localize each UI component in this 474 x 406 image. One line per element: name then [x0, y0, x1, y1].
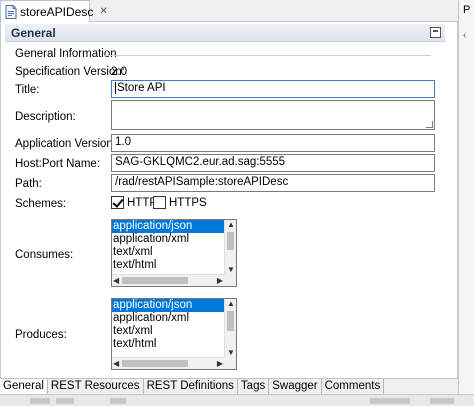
- scroll-right-icon[interactable]: ▶: [217, 359, 223, 368]
- path-label: Path:: [15, 178, 42, 190]
- app-version-label: Application Version:: [15, 138, 117, 150]
- group-divider: [105, 55, 431, 56]
- vertical-scrollbar[interactable]: ▲ ▼: [224, 299, 236, 357]
- panel-toolbar-item[interactable]: [430, 398, 454, 404]
- scroll-down-icon[interactable]: ▼: [227, 348, 235, 357]
- side-view-label[interactable]: P: [463, 4, 470, 16]
- scroll-down-icon[interactable]: ▼: [227, 265, 235, 274]
- scroll-right-icon[interactable]: ▶: [217, 276, 223, 285]
- scroll-thumb[interactable]: [227, 232, 234, 250]
- http-checkbox[interactable]: [111, 196, 124, 209]
- consumes-label: Consumes:: [15, 249, 74, 261]
- title-value: Store API: [117, 82, 166, 95]
- host-port-field[interactable]: SAG-GKLQMC2.eur.ad.sag:5555: [111, 154, 435, 172]
- scroll-corner: [224, 357, 236, 369]
- scroll-left-icon[interactable]: ◀: [113, 359, 119, 368]
- section-header-general[interactable]: General: [5, 24, 445, 42]
- vertical-scrollbar[interactable]: ▲ ▼: [224, 220, 236, 274]
- editor-body: General General Information Specificatio…: [0, 22, 458, 378]
- scheme-http-option[interactable]: HTTP: [111, 196, 157, 209]
- editor-page-tabs: General REST Resources REST Definitions …: [0, 378, 458, 394]
- tab-swagger[interactable]: Swagger: [269, 379, 322, 394]
- group-title: General Information: [15, 48, 117, 60]
- close-icon[interactable]: ✕: [99, 6, 107, 17]
- host-port-value: SAG-GKLQMC2.eur.ad.sag:5555: [115, 156, 286, 168]
- horizontal-scrollbar[interactable]: ◀ ▶: [112, 357, 224, 369]
- app-version-value: 1.0: [115, 136, 131, 148]
- schemes-label: Schemes:: [15, 198, 67, 210]
- editor-tab-storeapidesc[interactable]: storeAPIDesc ✕: [0, 0, 108, 22]
- https-label: HTTPS: [169, 196, 207, 209]
- scroll-up-icon[interactable]: ▲: [227, 299, 235, 308]
- panel-toolbar-item[interactable]: [30, 398, 50, 404]
- tab-rest-definitions[interactable]: REST Definitions: [144, 379, 238, 394]
- tab-rest-resources[interactable]: REST Resources: [48, 379, 144, 394]
- consumes-listbox[interactable]: application/json application/xml text/xm…: [111, 219, 237, 287]
- produces-label: Produces:: [15, 329, 67, 341]
- description-field[interactable]: [111, 100, 435, 130]
- resize-handle-icon[interactable]: [426, 121, 433, 128]
- title-label: Title:: [15, 84, 40, 96]
- editor-tab-bar: storeAPIDesc ✕: [0, 0, 458, 22]
- horizontal-scrollbar[interactable]: ◀ ▶: [112, 274, 224, 286]
- list-item[interactable]: application/xml: [112, 233, 236, 246]
- title-field[interactable]: Store API: [111, 80, 435, 98]
- list-item[interactable]: text/xml: [112, 325, 236, 338]
- tab-tags[interactable]: Tags: [238, 379, 270, 394]
- description-label: Description:: [15, 111, 76, 123]
- path-value: /rad/restAPISample:storeAPIDesc: [115, 176, 289, 188]
- panel-toolbar-item[interactable]: [56, 398, 74, 404]
- list-item[interactable]: text/html: [112, 259, 236, 272]
- spec-version-value: 2.0: [111, 66, 127, 78]
- scheme-https-option[interactable]: HTTPS: [153, 196, 207, 209]
- produces-listbox[interactable]: application/json application/xml text/xm…: [111, 298, 237, 370]
- app-version-field[interactable]: 1.0: [111, 134, 435, 152]
- panel-toolbar-item[interactable]: [110, 398, 126, 404]
- tab-general[interactable]: General: [0, 379, 48, 394]
- list-item[interactable]: application/json: [112, 299, 236, 312]
- scroll-thumb[interactable]: [122, 360, 188, 367]
- spec-version-label: Specification Version:: [15, 66, 125, 78]
- list-item[interactable]: text/xml: [112, 246, 236, 259]
- scroll-left-icon[interactable]: ◀: [113, 276, 119, 285]
- https-checkbox[interactable]: [153, 196, 166, 209]
- text-cursor: [115, 82, 116, 94]
- chevron-left-icon[interactable]: ‹: [463, 30, 466, 41]
- panel-toolbar-item[interactable]: [370, 398, 410, 404]
- scroll-up-icon[interactable]: ▲: [227, 220, 235, 229]
- bottom-panel-strip: [0, 394, 474, 406]
- scroll-thumb[interactable]: [122, 277, 188, 284]
- right-side-strip: P ‹: [458, 0, 474, 406]
- collapse-icon[interactable]: [430, 27, 441, 38]
- scroll-thumb[interactable]: [227, 311, 234, 331]
- list-item[interactable]: text/html: [112, 338, 236, 351]
- host-port-label: Host:Port Name:: [15, 158, 100, 170]
- tab-comments[interactable]: Comments: [322, 379, 385, 394]
- editor-tab-title: storeAPIDesc: [20, 4, 94, 19]
- section-title: General: [11, 26, 56, 40]
- path-field[interactable]: /rad/restAPISample:storeAPIDesc: [111, 174, 435, 192]
- list-item[interactable]: application/json: [112, 220, 236, 233]
- file-icon: [5, 4, 17, 19]
- scroll-corner: [224, 274, 236, 286]
- list-item[interactable]: application/xml: [112, 312, 236, 325]
